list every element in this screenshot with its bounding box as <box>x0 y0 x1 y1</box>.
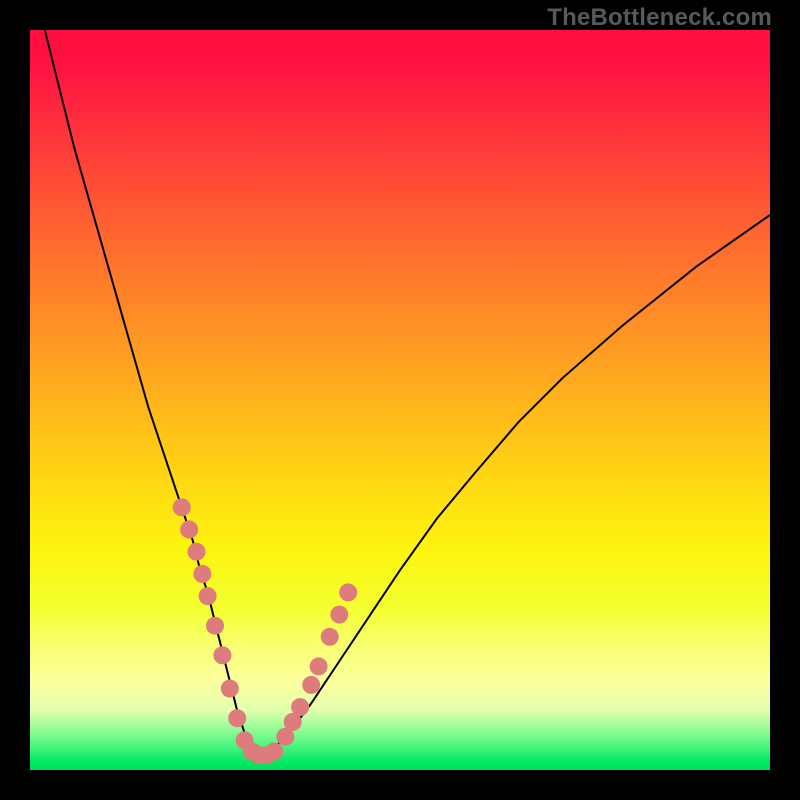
curve-marker <box>173 498 191 516</box>
curve-marker <box>199 587 217 605</box>
curve-marker <box>180 521 198 539</box>
curve-marker <box>213 646 231 664</box>
curve-marker <box>339 583 357 601</box>
curve-marker <box>265 743 283 761</box>
chart-frame: TheBottleneck.com <box>0 0 800 800</box>
bottleneck-curve <box>45 30 770 755</box>
curve-marker <box>321 628 339 646</box>
attribution-text: TheBottleneck.com <box>547 4 772 32</box>
plot-area <box>30 30 770 770</box>
curve-marker <box>310 657 328 675</box>
curve-marker <box>221 680 239 698</box>
curve-marker <box>228 709 246 727</box>
curve-layer <box>30 30 770 770</box>
curve-markers <box>173 498 358 764</box>
curve-marker <box>193 565 211 583</box>
curve-marker <box>330 606 348 624</box>
curve-marker <box>302 676 320 694</box>
curve-marker <box>188 543 206 561</box>
curve-marker <box>291 698 309 716</box>
curve-marker <box>206 617 224 635</box>
